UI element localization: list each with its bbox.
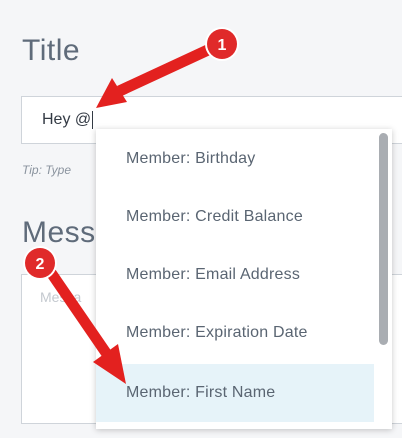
message-placeholder: Messa	[40, 289, 82, 305]
dropdown-item-email-address[interactable]: Member: Email Address	[96, 246, 374, 304]
dropdown-item-first-name[interactable]: Member: First Name	[96, 364, 374, 422]
dropdown-scrollbar-thumb[interactable]	[379, 133, 388, 345]
dropdown-item-birthday[interactable]: Member: Birthday	[96, 130, 374, 188]
text-caret	[92, 110, 94, 129]
editor-page: Title Hey @ Tip: Type Mess Messa Member:…	[0, 0, 402, 438]
tip-text: Tip: Type	[22, 163, 72, 177]
dropdown-item-credit-balance[interactable]: Member: Credit Balance	[96, 188, 374, 246]
dropdown-scrollbar[interactable]	[374, 129, 392, 429]
merge-tag-dropdown[interactable]: Member: Birthday Member: Credit Balance …	[96, 129, 392, 429]
dropdown-item-expiration-date[interactable]: Member: Expiration Date	[96, 304, 374, 362]
title-label: Title	[22, 34, 81, 67]
message-label: Mess	[22, 216, 96, 249]
title-input-value: Hey @	[42, 111, 92, 128]
